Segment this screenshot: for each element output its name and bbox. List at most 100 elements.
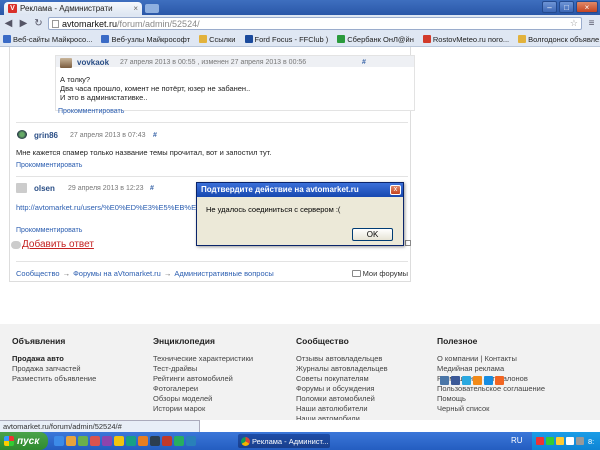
language-indicator[interactable]: RU	[511, 436, 523, 445]
quick-launch-icon[interactable]	[114, 436, 124, 446]
footer-heading: Сообщество	[296, 336, 349, 346]
tray-icon[interactable]	[576, 437, 584, 445]
footer-link[interactable]: Журналы автовладельцев	[296, 364, 436, 374]
ok-button[interactable]: OK	[352, 228, 393, 241]
footer-link[interactable]: Продажа авто	[12, 354, 152, 364]
new-tab-button[interactable]	[145, 4, 159, 13]
quick-launch-icon[interactable]	[126, 436, 136, 446]
site-favicon-icon: V	[8, 4, 17, 13]
maximize-button[interactable]: □	[559, 1, 574, 13]
twitter-icon[interactable]	[462, 376, 471, 385]
breadcrumb-separator: →	[62, 269, 71, 278]
reply-permalink[interactable]: #	[362, 59, 366, 66]
my-forums-link[interactable]: Мои форумы	[351, 269, 408, 278]
address-bar[interactable]: avtomarket.ru/forum/admin/52524/ ☆	[48, 17, 582, 30]
footer-link[interactable]: Медийная реклама	[437, 364, 577, 374]
footer-link[interactable]: Фотогалереи	[153, 384, 293, 394]
tab-close-icon[interactable]: ×	[133, 4, 138, 13]
footer-link[interactable]: Рейтинги автомобилей	[153, 374, 293, 384]
breadcrumb-item[interactable]: Сообщество	[16, 269, 60, 278]
wrench-menu-icon[interactable]: ≡	[586, 18, 597, 29]
minimize-button[interactable]: –	[542, 1, 557, 13]
quick-launch-icon[interactable]	[150, 436, 160, 446]
odnoklassniki-icon[interactable]	[473, 376, 482, 385]
quick-launch-icon[interactable]	[66, 436, 76, 446]
quick-launch-icon[interactable]	[54, 436, 64, 446]
footer-link[interactable]: Черный список	[437, 404, 577, 414]
post-url[interactable]: http://avtomarket.ru/users/%E0%ED%E3%E5%…	[16, 203, 196, 212]
rss-icon[interactable]	[495, 376, 504, 385]
facebook-icon[interactable]	[451, 376, 460, 385]
vkontakte-icon[interactable]	[440, 376, 449, 385]
footer-link[interactable]: Наши автолюбители	[296, 404, 436, 414]
bookmark-item[interactable]: Ford Focus - FFClub )	[244, 35, 328, 44]
quick-launch-icon[interactable]	[162, 436, 172, 446]
footer-link[interactable]: Помощь	[437, 394, 577, 404]
browser-tab[interactable]: V Реклама - Администрати ×	[4, 2, 142, 15]
windows-logo-icon	[4, 436, 14, 446]
start-button[interactable]: пуск	[0, 432, 48, 450]
bookmark-item[interactable]: Веб-узлы Майкрософт	[101, 35, 190, 44]
reply-author[interactable]: vovkaok	[77, 58, 109, 67]
post-date: 29 апреля 2013 в 12:23	[68, 185, 144, 192]
footer-link[interactable]: Советы покупателям	[296, 374, 436, 384]
quick-launch-icon[interactable]	[102, 436, 112, 446]
tray-icon[interactable]	[546, 437, 554, 445]
footer-link[interactable]: Разместить объявление	[12, 374, 152, 384]
bookmark-item[interactable]: Волгодонск объявле...	[518, 35, 600, 44]
footer-link[interactable]: Отзывы автовладельцев	[296, 354, 436, 364]
forward-arrow-icon[interactable]: ▶	[18, 18, 29, 29]
breadcrumb-item[interactable]: Административные вопросы	[174, 269, 273, 278]
post-permalink[interactable]: #	[153, 132, 157, 139]
footer-column: Сообщество Отзывы автовладельцев Журналы а…	[296, 336, 436, 420]
footer-link[interactable]: О компании | Контакты	[437, 354, 577, 364]
my-forums-label: Мои форумы	[362, 269, 408, 278]
post-author[interactable]: grin86	[34, 131, 58, 140]
forum-thread: vovkaok 27 апреля 2013 в 00:55 , изменен…	[9, 47, 415, 282]
back-arrow-icon[interactable]: ◀	[3, 18, 14, 29]
taskbar-chrome-window[interactable]: Реклама - Админист...	[238, 434, 330, 448]
dialog-message: Не удалось соединиться с сервером :(	[206, 205, 341, 214]
bookmark-item[interactable]: RostovMeteo.ru пого...	[422, 35, 509, 44]
footer-link[interactable]: Истории марок	[153, 404, 293, 414]
bookmark-item[interactable]: Ссылки	[199, 35, 236, 44]
reply-vovkaok: vovkaok 27 апреля 2013 в 00:55 , изменен…	[55, 55, 415, 111]
quick-launch-icon[interactable]	[186, 436, 196, 446]
tray-icon[interactable]	[566, 437, 574, 445]
footer-link[interactable]: Продажа запчастей	[12, 364, 152, 374]
bookmark-label: Сбербанк ОнЛ@йн	[347, 34, 414, 44]
bookmark-star-icon[interactable]: ☆	[570, 18, 578, 29]
mailru-icon[interactable]	[484, 376, 493, 385]
bookmark-item[interactable]: Сбербанк ОнЛ@йн	[337, 35, 414, 44]
site-footer: Объявления Продажа авто Продажа запчастей Р…	[0, 324, 600, 420]
quick-launch-icon[interactable]	[90, 436, 100, 446]
quick-launch-icon[interactable]	[138, 436, 148, 446]
tray-icon[interactable]	[536, 437, 544, 445]
comment-link[interactable]: Прокомментировать	[16, 162, 82, 169]
browser-statusbar: avtomarket.ru/forum/admin/52524/#	[0, 420, 200, 432]
footer-link[interactable]: Обзоры моделей	[153, 394, 293, 404]
footer-link[interactable]: Технические характеристики	[153, 354, 293, 364]
footer-heading: Объявления	[12, 336, 66, 346]
quick-launch-icon[interactable]	[78, 436, 88, 446]
window-close-button[interactable]: ×	[576, 1, 598, 13]
reload-icon[interactable]: ↻	[33, 18, 44, 29]
footer-link[interactable]: Пользовательское соглашение	[437, 384, 577, 394]
comment-link[interactable]: Прокомментировать	[16, 227, 82, 234]
breadcrumb-item[interactable]: Форумы на aVtomarket.ru	[73, 269, 161, 278]
add-reply-link[interactable]: Добавить ответ	[22, 239, 94, 250]
comment-link[interactable]: Прокомментировать	[58, 108, 124, 115]
bookmark-item[interactable]: Веб-сайты Майкросо...	[3, 35, 92, 44]
window-controls: – □ ×	[542, 1, 598, 13]
post-author[interactable]: olsen	[34, 184, 55, 193]
bookmark-label: Волгодонск объявле...	[528, 34, 600, 44]
tray-icon[interactable]	[556, 437, 564, 445]
dialog-close-icon[interactable]: x	[390, 185, 401, 195]
quick-launch-icon[interactable]	[174, 436, 184, 446]
footer-link[interactable]: Наши автомобили	[296, 414, 436, 420]
footer-link[interactable]: Форумы и обсуждения	[296, 384, 436, 394]
post-permalink[interactable]: #	[150, 185, 154, 192]
footer-link[interactable]: Тест-драйвы	[153, 364, 293, 374]
task-label: Реклама - Админист...	[252, 436, 329, 446]
footer-link[interactable]: Поломки автомобилей	[296, 394, 436, 404]
